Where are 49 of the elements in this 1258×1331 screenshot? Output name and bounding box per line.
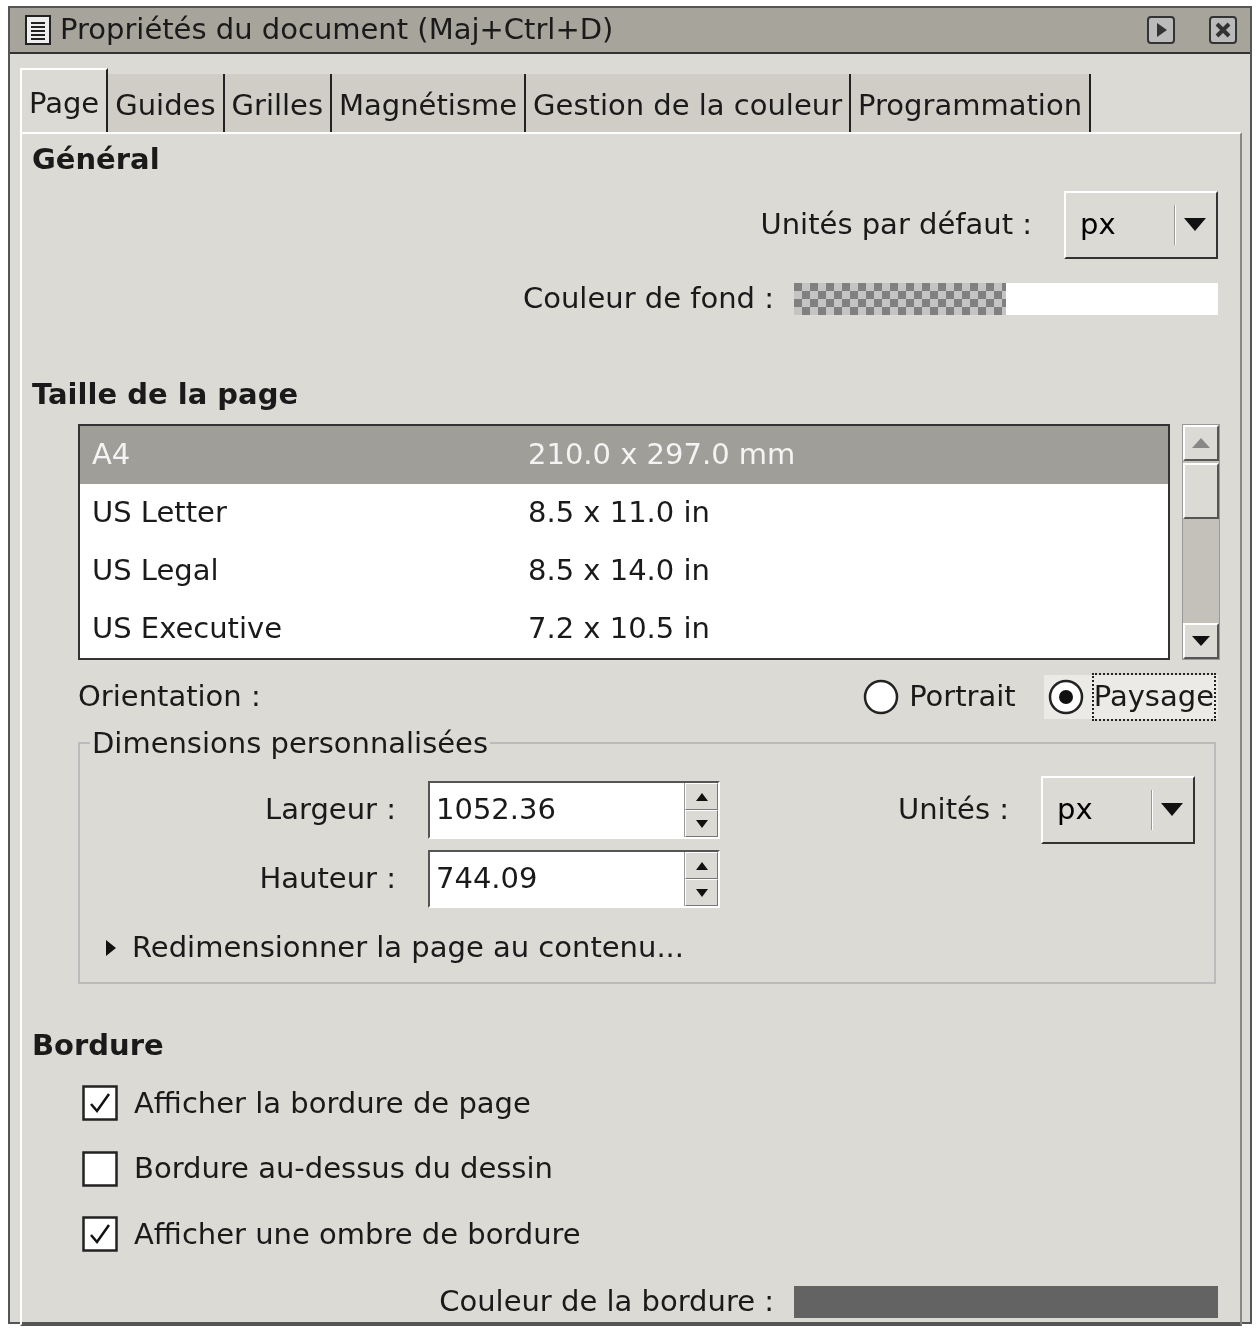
field-label: Couleur de fond :: [523, 280, 774, 317]
window-title: Propriétés du document (Maj+Ctrl+D): [60, 11, 615, 48]
down-arrow-icon: [695, 819, 708, 828]
list-row[interactable]: US Legal 8.5 x 14.0 in: [80, 542, 1168, 600]
section-heading: Bordure: [32, 1027, 165, 1064]
scroll-thumb[interactable]: [1183, 463, 1219, 519]
scroll-up-icon[interactable]: [1192, 438, 1210, 448]
field-label: Largeur :: [264, 791, 396, 829]
field-label: Unités par défaut :: [760, 206, 1032, 244]
field-label: Couleur de la bordure :: [439, 1283, 774, 1320]
list-row[interactable]: US Executive 7.2 x 10.5 in: [80, 600, 1168, 658]
close-button[interactable]: [1208, 14, 1238, 45]
document-icon: [24, 14, 52, 45]
checkbox-option[interactable]: Afficher une ombre de bordure: [82, 1212, 1230, 1256]
spin-down-button[interactable]: [685, 810, 718, 837]
field-label: Unités :: [898, 791, 1009, 829]
color-swatch[interactable]: [794, 282, 1218, 315]
list-row[interactable]: US Letter 8.5 x 11.0 in: [80, 484, 1168, 542]
caret-icon: [1184, 218, 1206, 232]
tab[interactable]: Grilles: [224, 73, 333, 132]
down-arrow-icon: [695, 888, 708, 897]
spin-up-button[interactable]: [685, 783, 718, 810]
up-arrow-icon: [695, 861, 708, 870]
tab[interactable]: Magnétisme: [332, 73, 527, 132]
caret-icon: [1161, 803, 1183, 817]
section-heading: Général: [32, 140, 161, 178]
spin-box[interactable]: 744.09: [428, 850, 720, 908]
spin-box[interactable]: 1052.36: [428, 781, 720, 839]
tab[interactable]: Guides: [108, 73, 225, 132]
color-swatch[interactable]: [794, 1285, 1218, 1318]
up-arrow-icon: [695, 792, 708, 801]
field-label: Orientation :: [78, 678, 262, 716]
field-label: Hauteur :: [258, 860, 396, 898]
scroll-down-icon[interactable]: [1192, 636, 1210, 646]
tab[interactable]: Programmation: [851, 73, 1091, 132]
expander[interactable]: Redimensionner la page au contenu...: [106, 926, 685, 970]
units-dropdown[interactable]: px: [1064, 191, 1218, 259]
checkbox-option[interactable]: Bordure au-dessus du dessin: [82, 1147, 1230, 1191]
section-heading: Taille de la page: [32, 375, 300, 413]
checkbox-option[interactable]: Afficher la bordure de page: [82, 1081, 1230, 1125]
radio-option[interactable]: Paysage: [1043, 675, 1218, 719]
scrollbar[interactable]: [1182, 424, 1220, 660]
collapse-button[interactable]: [1146, 14, 1176, 45]
tab[interactable]: Page: [20, 67, 109, 132]
spin-up-button[interactable]: [685, 852, 718, 879]
tab[interactable]: Gestion de la couleur: [526, 73, 852, 132]
spin-down-button[interactable]: [685, 879, 718, 906]
radio-option[interactable]: Portrait: [859, 675, 1020, 719]
units-dropdown[interactable]: px: [1041, 776, 1195, 844]
